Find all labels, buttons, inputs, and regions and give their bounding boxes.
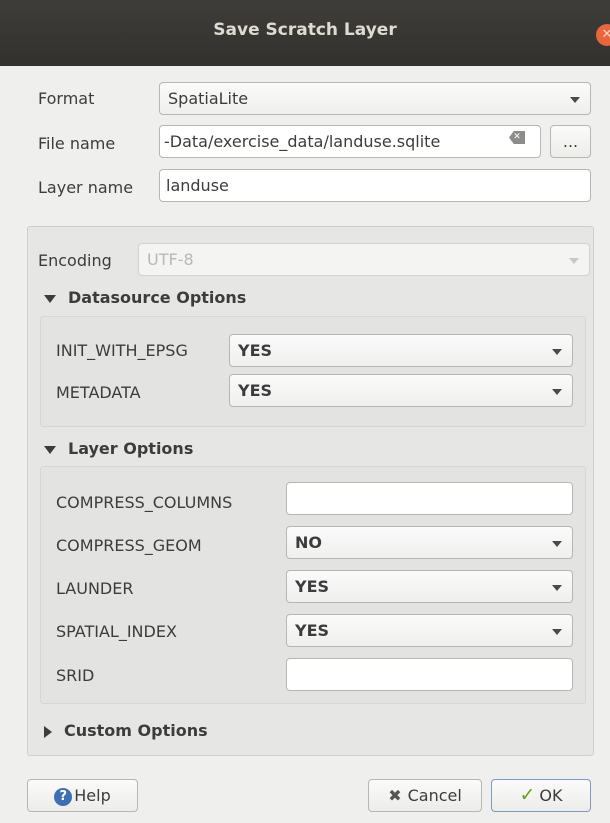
datasource-options-title: Datasource Options (68, 288, 247, 307)
help-button-label: Help (74, 786, 111, 805)
format-label: Format (38, 89, 95, 108)
metadata-select[interactable]: YES (229, 374, 573, 407)
init-with-epsg-label: INIT_WITH_EPSG (56, 341, 188, 360)
compress-geom-label: COMPRESS_GEOM (56, 536, 202, 555)
close-icon: ✖ (388, 786, 402, 805)
srid-input[interactable] (286, 658, 573, 691)
datasource-options-toggle[interactable]: Datasource Options (44, 288, 246, 307)
spatial-index-select[interactable]: YES (286, 614, 573, 647)
expand-down-icon (44, 294, 56, 303)
cancel-button-label: Cancel (407, 786, 462, 805)
compress-columns-label: COMPRESS_COLUMNS (56, 493, 233, 512)
layer-name-input[interactable]: landuse (159, 169, 591, 202)
init-with-epsg-value: YES (238, 341, 273, 360)
datasource-options-panel (40, 316, 586, 427)
custom-options-title: Custom Options (64, 721, 208, 740)
encoding-select[interactable]: UTF-8 (138, 243, 590, 276)
encoding-label: Encoding (38, 251, 112, 270)
spatial-index-label: SPATIAL_INDEX (56, 622, 177, 641)
chevron-down-icon (552, 349, 562, 355)
layer-name-label: Layer name (38, 178, 134, 197)
checkmark-icon: ✓ (519, 784, 536, 806)
srid-label: SRID (56, 666, 95, 685)
launder-label: LAUNDER (56, 579, 134, 598)
chevron-down-icon (570, 97, 580, 103)
chevron-down-icon (552, 585, 562, 591)
compress-columns-input[interactable] (286, 482, 573, 515)
spatial-index-value: YES (295, 621, 330, 640)
file-name-label: File name (38, 134, 116, 153)
encoding-value: UTF-8 (147, 250, 194, 269)
file-name-input[interactable]: -Data/exercise_data/landuse.sqlite (159, 125, 541, 158)
launder-select[interactable]: YES (286, 570, 573, 603)
close-icon[interactable]: ✕ (596, 24, 610, 46)
help-icon: ? (54, 787, 73, 806)
layer-options-title: Layer Options (68, 439, 194, 458)
expand-right-icon (44, 725, 52, 738)
help-button[interactable]: ? Help (27, 779, 138, 812)
format-value: SpatiaLite (168, 89, 249, 108)
metadata-value: YES (238, 381, 273, 400)
metadata-label: METADATA (56, 383, 141, 402)
layer-options-toggle[interactable]: Layer Options (44, 439, 193, 458)
title-bar: Save Scratch Layer ✕ (0, 0, 610, 66)
chevron-down-icon (552, 389, 562, 395)
init-with-epsg-select[interactable]: YES (229, 334, 573, 367)
ok-button[interactable]: ✓ OK (491, 779, 591, 812)
compress-geom-select[interactable]: NO (286, 526, 573, 559)
window-title: Save Scratch Layer (213, 20, 397, 40)
format-select[interactable]: SpatiaLite (159, 82, 591, 115)
browse-button[interactable]: ... (550, 125, 591, 158)
expand-down-icon (44, 445, 56, 454)
launder-value: YES (295, 577, 330, 596)
compress-geom-value: NO (295, 533, 322, 552)
chevron-down-icon (552, 541, 562, 547)
ok-button-label: OK (539, 786, 563, 805)
custom-options-toggle[interactable]: Custom Options (44, 721, 208, 740)
chevron-down-icon (552, 629, 562, 635)
cancel-button[interactable]: ✖ Cancel (368, 779, 482, 812)
chevron-down-icon (569, 258, 579, 264)
